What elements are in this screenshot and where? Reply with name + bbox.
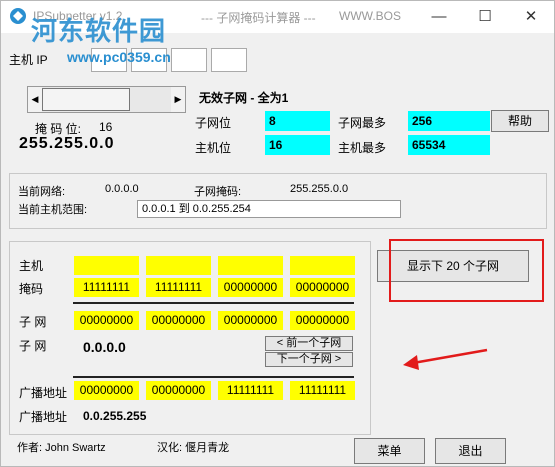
subnet-bits-value: 8 [265, 111, 330, 131]
host-ip-label: 主机 IP [9, 53, 48, 67]
host-cell-2 [146, 256, 211, 275]
mask-value: 255.255.0.0 [19, 135, 115, 152]
host-range-label: 当前主机范围: [18, 204, 88, 216]
current-network-label: 当前网络: [18, 186, 66, 198]
host-bits-value: 16 [265, 135, 330, 155]
broadcast-cell-1: 00000000 [74, 381, 139, 400]
watermark-url: www.pc0359.cn [67, 49, 171, 65]
broadcast-address-value: 0.0.255.255 [83, 409, 147, 423]
max-hosts-label: 主机最多 [338, 141, 387, 155]
mask-row-label: 掩码 [19, 282, 44, 296]
broadcast-row-label: 广播地址 [19, 386, 68, 400]
broadcast-address-label: 广播地址 [19, 410, 68, 424]
divider [73, 302, 354, 304]
max-hosts-value: 65534 [408, 135, 490, 155]
host-range-field[interactable]: 0.0.0.1 到 0.0.255.254 [137, 200, 401, 218]
host-cell-1 [74, 256, 139, 275]
subnet-mask-label: 子网掩码: [194, 186, 242, 198]
exit-button[interactable]: 退出 [435, 438, 506, 464]
current-network-value: 0.0.0.0 [105, 183, 139, 195]
host-row-label: 主机 [19, 259, 44, 273]
highlight-box [389, 239, 544, 302]
host-bits-label: 主机位 [195, 141, 232, 155]
mask-slider[interactable]: ◀ ▶ [27, 86, 186, 113]
pointer-arrow-icon [403, 348, 488, 370]
subnet-address-value: 0.0.0.0 [83, 339, 126, 355]
ip-octet-3[interactable] [171, 48, 207, 72]
broadcast-cell-3: 11111111 [218, 381, 283, 400]
prev-subnet-button[interactable]: < 前一个子网 [265, 336, 353, 351]
mask-cell-1: 11111111 [74, 278, 139, 297]
subnet-bits-label: 子网位 [195, 116, 232, 130]
max-subnets-label: 子网最多 [338, 116, 387, 130]
window-title-center: --- 子网掩码计算器 --- [201, 11, 316, 25]
localized-label: 汉化: 偃月青龙 [157, 442, 230, 454]
mask-cell-3: 00000000 [218, 278, 283, 297]
app-logo-icon [10, 8, 26, 24]
menu-button[interactable]: 菜单 [354, 438, 425, 464]
window-title-right: WWW.BOS [339, 9, 401, 23]
divider [73, 376, 354, 378]
broadcast-cell-2: 00000000 [146, 381, 211, 400]
author-label: 作者: John Swartz [17, 442, 106, 454]
main-window: IPSubnetter v1.2 --- 子网掩码计算器 --- WWW.BOS… [0, 0, 555, 467]
mask-cell-4: 00000000 [290, 278, 355, 297]
subnet-address-label: 子 网 [19, 339, 47, 353]
mask-cell-2: 11111111 [146, 278, 211, 297]
slider-right-arrow-icon[interactable]: ▶ [171, 87, 185, 112]
subnet-cell-1: 00000000 [74, 311, 139, 330]
watermark-site: 河东软件园 [31, 17, 167, 47]
maximize-button[interactable]: ☐ [462, 1, 508, 33]
ip-octet-4[interactable] [211, 48, 247, 72]
minimize-button[interactable]: — [416, 1, 462, 33]
close-button[interactable]: ✕ [508, 1, 554, 33]
help-button[interactable]: 帮助 [491, 110, 549, 132]
host-cell-3 [218, 256, 283, 275]
slider-thumb[interactable] [42, 88, 130, 111]
mask-bits-value: 16 [99, 120, 113, 134]
subnet-row-label: 子 网 [19, 315, 47, 329]
subnet-cell-4: 00000000 [290, 311, 355, 330]
next-subnet-button[interactable]: 下一个子网 > [265, 352, 353, 367]
subnet-cell-2: 00000000 [146, 311, 211, 330]
subnet-state: 无效子网 - 全为1 [199, 91, 289, 105]
slider-left-arrow-icon[interactable]: ◀ [28, 87, 42, 112]
broadcast-cell-4: 11111111 [290, 381, 355, 400]
subnet-cell-3: 00000000 [218, 311, 283, 330]
host-cell-4 [290, 256, 355, 275]
max-subnets-value: 256 [408, 111, 490, 131]
subnet-mask-value: 255.255.0.0 [290, 183, 349, 195]
